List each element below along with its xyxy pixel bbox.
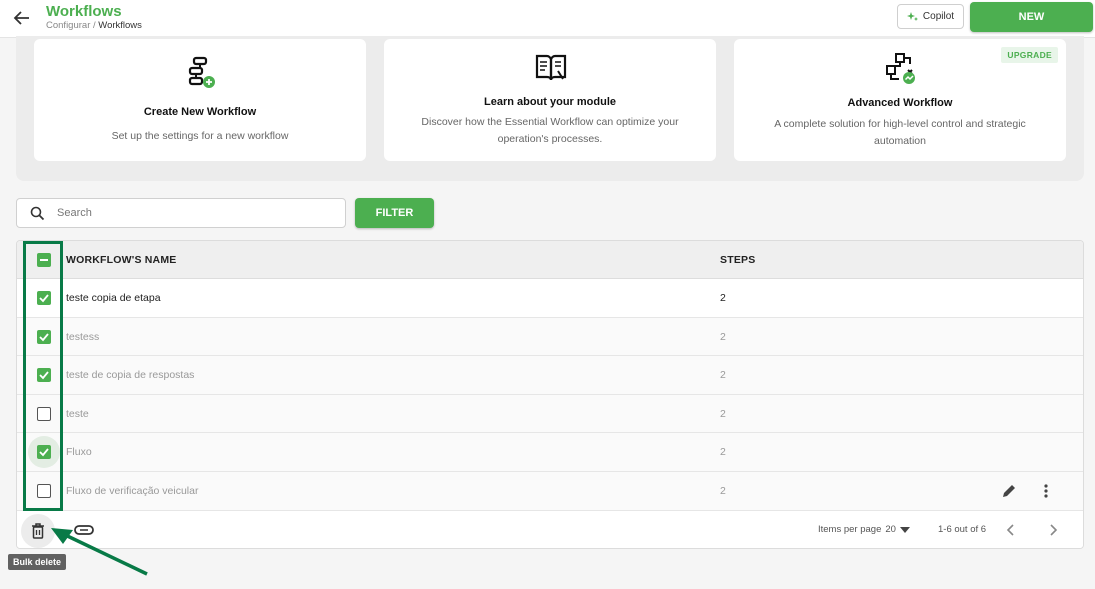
page-title: Workflows <box>46 3 122 20</box>
workflow-steps: 2 <box>720 330 726 343</box>
workflow-steps: 2 <box>720 407 726 420</box>
items-per-page-label: Items per page <box>818 524 882 535</box>
copilot-label: Copilot <box>922 11 955 22</box>
card-title: Create New Workflow <box>143 106 257 118</box>
row-actions <box>1001 483 1049 499</box>
filter-button[interactable]: FILTER <box>355 198 434 228</box>
table-header: WORKFLOW'S NAME STEPS <box>17 241 1083 279</box>
card-title: Advanced Workflow <box>847 97 953 109</box>
pagination-range: 1-6 out of 6 <box>938 524 987 535</box>
quick-actions-panel: Create New Workflow Set up the settings … <box>16 36 1084 181</box>
column-header-name[interactable]: WORKFLOW'S NAME <box>66 254 176 266</box>
table-row[interactable]: teste copia de etapa 2 <box>17 279 1083 318</box>
card-description: Set up the settings for a new workflow <box>111 130 289 142</box>
row-checkbox[interactable] <box>37 484 51 498</box>
advanced-workflow-icon <box>886 53 915 84</box>
table-row[interactable]: teste de copia de respostas 2 <box>17 356 1083 395</box>
workflows-table: WORKFLOW'S NAME STEPS teste copia de eta… <box>16 240 1084 549</box>
workflow-name: teste copia de etapa <box>66 292 161 304</box>
sparkle-icon <box>906 11 918 21</box>
table-footer: Items per page 20 1-6 out of 6 <box>17 511 1083 548</box>
select-all-checkbox[interactable] <box>37 253 51 267</box>
check-icon <box>39 333 49 341</box>
workflow-steps: 2 <box>720 369 726 382</box>
table-row[interactable]: Fluxo de verificação veicular 2 <box>17 472 1083 511</box>
table-row[interactable]: testess 2 <box>17 317 1083 357</box>
upgrade-badge[interactable]: UPGRADE <box>1001 47 1058 63</box>
row-checkbox[interactable] <box>37 291 51 305</box>
check-icon <box>39 448 49 457</box>
breadcrumb: Configurar / Workflows <box>46 20 142 31</box>
search-field[interactable] <box>16 198 346 228</box>
items-per-page[interactable]: Items per page 20 <box>818 524 910 535</box>
book-icon <box>535 54 567 81</box>
top-bar: Workflows Configurar / Workflows Copilot… <box>0 0 1095 38</box>
workflow-add-icon <box>188 56 215 88</box>
row-checkbox[interactable] <box>37 406 51 421</box>
more-vert-icon[interactable] <box>1043 483 1049 499</box>
row-checkbox[interactable] <box>37 368 51 383</box>
chevron-right-icon[interactable] <box>1045 522 1061 538</box>
workflow-steps: 2 <box>720 446 726 459</box>
check-icon <box>39 371 49 380</box>
back-arrow-icon[interactable] <box>12 8 32 28</box>
card-create-workflow[interactable]: Create New Workflow Set up the settings … <box>34 39 366 161</box>
copilot-button[interactable]: Copilot <box>897 4 964 29</box>
trash-icon <box>32 523 44 539</box>
row-checkbox[interactable] <box>37 445 51 460</box>
workflow-name: testess <box>66 330 100 343</box>
card-title: Learn about your module <box>483 96 616 108</box>
column-header-steps[interactable]: STEPS <box>720 254 755 266</box>
table-row[interactable]: teste 2 <box>17 394 1083 434</box>
edit-icon[interactable] <box>1001 483 1017 499</box>
chevron-left-icon[interactable] <box>1003 522 1019 538</box>
card-learn-module[interactable]: Learn about your module Discover how the… <box>384 39 716 161</box>
items-per-page-value: 20 <box>885 524 896 535</box>
check-icon <box>39 294 49 303</box>
breadcrumb-current: Workflows <box>98 20 142 31</box>
caret-down-icon <box>899 526 910 533</box>
annotation-arrow <box>51 528 148 576</box>
workflow-steps: 2 <box>720 485 726 497</box>
indeterminate-icon <box>40 259 48 261</box>
workflow-name: teste de copia de respostas <box>66 369 195 382</box>
table-row[interactable]: Fluxo 2 <box>17 433 1083 472</box>
new-button[interactable]: NEW <box>970 2 1093 32</box>
row-checkbox[interactable] <box>37 329 51 344</box>
card-description: A complete solution for high-level contr… <box>774 118 1026 147</box>
search-input[interactable] <box>57 203 337 223</box>
card-description: Discover how the Essential Workflow can … <box>421 116 679 145</box>
workflow-name: Fluxo de verificação veicular <box>66 485 199 497</box>
workflow-steps: 2 <box>720 292 726 304</box>
workflow-name: Fluxo <box>66 446 92 459</box>
breadcrumb-parent[interactable]: Configurar <box>46 20 90 31</box>
card-advanced-workflow[interactable]: UPGRADE Advanced Workflow A complete sol… <box>734 39 1066 161</box>
workflow-name: teste <box>66 407 89 420</box>
search-icon <box>30 206 45 221</box>
